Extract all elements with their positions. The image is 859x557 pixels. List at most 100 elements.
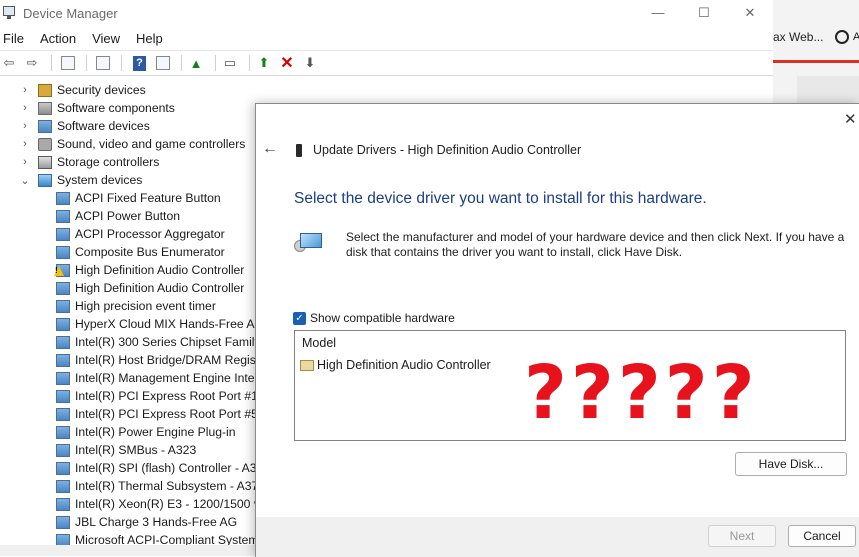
- tree-item-label: Intel(R) SMBus - A323: [75, 443, 197, 457]
- dialog-title: Update Drivers - High Definition Audio C…: [313, 143, 582, 157]
- security-icon: [38, 83, 52, 97]
- menu-file[interactable]: File: [3, 31, 24, 46]
- tree-item-label: Composite Bus Enumerator: [75, 245, 225, 259]
- dialog-heading: Select the device driver you want to ins…: [294, 190, 707, 207]
- have-disk-button[interactable]: Have Disk...: [735, 452, 847, 476]
- chevron-right-icon[interactable]: ›: [18, 84, 32, 96]
- warning-icon: [54, 263, 70, 277]
- help-icon[interactable]: ?: [133, 55, 146, 71]
- browser-content-card: [797, 76, 859, 106]
- dialog-description: Select the manufacturer and model of you…: [346, 230, 845, 259]
- model-column-header: Model: [302, 336, 337, 350]
- update-driver-icon[interactable]: ▲: [187, 55, 205, 71]
- chevron-right-icon[interactable]: ›: [18, 102, 32, 114]
- minimize-button[interactable]: —: [635, 3, 681, 23]
- component-icon: [38, 101, 52, 115]
- scan-hardware-monitor-icon[interactable]: ▭: [221, 55, 239, 71]
- dialog-footer: Next Cancel: [256, 517, 859, 557]
- show-compatible-hardware-checkbox[interactable]: ✓ Show compatible hardware: [293, 311, 455, 325]
- device-icon: [56, 335, 70, 349]
- tree-item-label: Intel(R) SPI (flash) Controller - A32: [75, 461, 264, 475]
- tree-item-label: Storage controllers: [57, 155, 160, 169]
- tree-item-label: Security devices: [57, 83, 146, 97]
- tree-item-label: Software components: [57, 101, 175, 115]
- speaker-icon: [38, 137, 52, 151]
- tree-item-label: Intel(R) Power Engine Plug-in: [75, 425, 236, 439]
- forward-arrow-icon[interactable]: ⇨: [23, 55, 41, 71]
- menu-bar: File Action View Help: [0, 26, 773, 50]
- device-icon: [56, 425, 70, 439]
- browser-extension-icon[interactable]: A: [853, 31, 859, 43]
- device-icon: [56, 479, 70, 493]
- device-icon: [56, 191, 70, 205]
- monitor-icon: [300, 233, 322, 248]
- device-icon: [56, 461, 70, 475]
- usb-device-icon: [296, 144, 302, 157]
- device-icon: [38, 119, 52, 133]
- device-icon: [56, 227, 70, 241]
- tree-item-label: High Definition Audio Controller: [75, 281, 245, 295]
- browser-tab-title[interactable]: ax Web...: [773, 30, 823, 44]
- chevron-right-icon[interactable]: ›: [18, 120, 32, 132]
- next-button[interactable]: Next: [708, 525, 776, 547]
- model-list-item-label: High Definition Audio Controller: [317, 358, 491, 372]
- tree-item-label: System devices: [57, 173, 143, 187]
- tree-item-label: Sound, video and game controllers: [57, 137, 246, 151]
- hardware-wizard-icon: [294, 231, 324, 255]
- chevron-right-icon[interactable]: ›: [18, 156, 32, 168]
- tree-item-label: ACPI Processor Aggregator: [75, 227, 225, 241]
- update-drivers-dialog: ✕ ← Update Drivers - High Definition Aud…: [255, 103, 859, 557]
- device-icon: [56, 245, 70, 259]
- toolbar-separator: [249, 55, 250, 71]
- toolbar-separator: [51, 55, 52, 71]
- device-icon: [56, 317, 70, 331]
- toolbar-separator: [121, 55, 122, 71]
- toolbar-separator: [86, 55, 87, 71]
- checkbox-checked-icon[interactable]: ✓: [293, 311, 306, 325]
- tree-item-label: Intel(R) PCI Express Root Port #5 -: [75, 407, 266, 421]
- tree-item-label: Intel(R) 300 Series Chipset Family: [75, 335, 261, 349]
- tree-item-label: High precision event timer: [75, 299, 216, 313]
- toolbar: ⇦ ⇨ ? ▲ ▭ ⬆ ✕ ⬇: [0, 50, 773, 76]
- title-bar: Device Manager — ☐ ✕: [0, 0, 773, 26]
- maximize-button[interactable]: ☐: [681, 3, 727, 23]
- properties-icon[interactable]: [96, 56, 110, 70]
- device-icon: [56, 515, 70, 529]
- device-icon: [56, 371, 70, 385]
- dialog-back-button[interactable]: ←: [262, 140, 278, 158]
- device-manager-app-icon: [3, 6, 15, 19]
- enable-device-icon[interactable]: ⬆: [255, 55, 273, 71]
- back-arrow-icon[interactable]: ⇦: [0, 55, 18, 71]
- dialog-close-button[interactable]: ✕: [844, 110, 859, 128]
- menu-action[interactable]: Action: [40, 31, 76, 46]
- device-icon: [56, 353, 70, 367]
- tree-item-label: Intel(R) Xeon(R) E3 - 1200/1500 v5/: [75, 497, 271, 511]
- tree-item-label: ACPI Fixed Feature Button: [75, 191, 221, 205]
- browser-accent-bar: [773, 60, 859, 63]
- menu-view[interactable]: View: [92, 31, 120, 46]
- toolbar-separator: [181, 55, 182, 71]
- tree-item-label: Intel(R) Thermal Subsystem - A379: [75, 479, 266, 493]
- chevron-right-icon[interactable]: ›: [18, 138, 32, 150]
- horizontal-scrollbar[interactable]: [0, 545, 255, 556]
- close-button[interactable]: ✕: [727, 3, 773, 23]
- tree-item-label: Software devices: [57, 119, 150, 133]
- device-icon: [56, 209, 70, 223]
- tree-category[interactable]: › Security devices: [0, 81, 773, 99]
- show-hide-console-tree-icon[interactable]: [61, 56, 75, 70]
- tree-item-label: High Definition Audio Controller: [75, 263, 245, 277]
- menu-help[interactable]: Help: [136, 31, 163, 46]
- action-pane-icon[interactable]: [156, 56, 170, 70]
- download-driver-icon[interactable]: ⬇: [301, 55, 319, 71]
- device-icon: [56, 407, 70, 421]
- chevron-down-icon[interactable]: ⌄: [18, 174, 32, 187]
- model-list-item[interactable]: High Definition Audio Controller: [300, 358, 491, 372]
- computer-icon: [38, 173, 52, 187]
- uninstall-device-icon[interactable]: ✕: [278, 55, 296, 72]
- storage-icon: [38, 155, 52, 169]
- tree-item-label: Intel(R) PCI Express Root Port #11: [75, 389, 264, 403]
- browser-profile-icon[interactable]: [835, 30, 849, 44]
- device-icon: [56, 497, 70, 511]
- cancel-button[interactable]: Cancel: [788, 525, 856, 547]
- tree-item-label: ACPI Power Button: [75, 209, 180, 223]
